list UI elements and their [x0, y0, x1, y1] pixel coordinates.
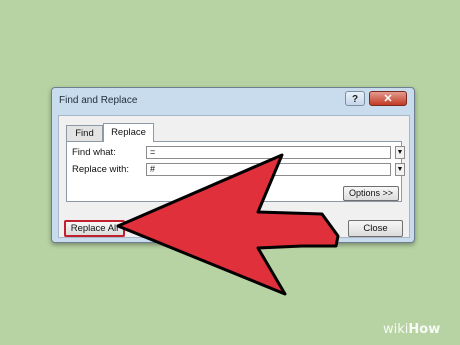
tab-replace[interactable]: Replace: [103, 123, 154, 142]
watermark-suffix: How: [408, 322, 441, 337]
wikihow-watermark: wikiHow: [383, 322, 440, 337]
pointer-arrow-annotation: [116, 153, 340, 296]
red-arrow-icon: [116, 153, 340, 296]
watermark-prefix: wiki: [383, 322, 409, 337]
